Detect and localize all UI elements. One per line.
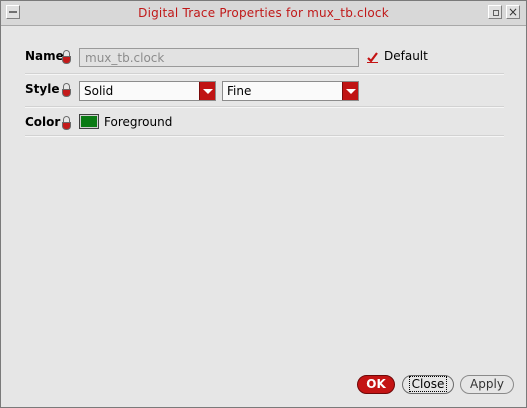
color-swatch-button[interactable] [79,114,99,129]
default-checkbox[interactable] [367,52,378,63]
chevron-down-icon[interactable] [199,82,215,100]
separator [25,135,504,137]
window-title: Digital Trace Properties for mux_tb.cloc… [138,6,389,20]
apply-button[interactable]: Apply [460,375,514,394]
color-label: Color [25,115,61,129]
close-button[interactable]: Close [402,375,454,394]
chevron-down-icon[interactable] [342,82,358,100]
maximize-icon[interactable] [488,5,502,19]
style-label: Style [25,82,60,96]
title-bar[interactable]: Digital Trace Properties for mux_tb.cloc… [1,1,526,26]
ok-button[interactable]: OK [357,375,395,394]
close-button-label: Close [408,376,448,392]
style-lock-icon[interactable] [62,83,71,97]
name-label: Name [25,49,64,63]
line-weight-value: Fine [227,84,252,98]
color-swatch-fill [81,116,97,127]
color-value: Foreground [104,115,173,129]
close-window-icon[interactable]: × [506,5,520,19]
separator [25,73,504,75]
name-input[interactable]: mux_tb.clock [79,48,359,67]
line-weight-dropdown[interactable]: Fine [222,81,359,101]
line-style-dropdown[interactable]: Solid [79,81,216,101]
dialog-window: Digital Trace Properties for mux_tb.cloc… [0,0,527,408]
separator [25,106,504,108]
line-style-value: Solid [84,84,114,98]
color-lock-icon[interactable] [62,116,71,130]
default-checkbox-label[interactable]: Default [384,49,428,63]
name-lock-icon[interactable] [62,50,71,64]
